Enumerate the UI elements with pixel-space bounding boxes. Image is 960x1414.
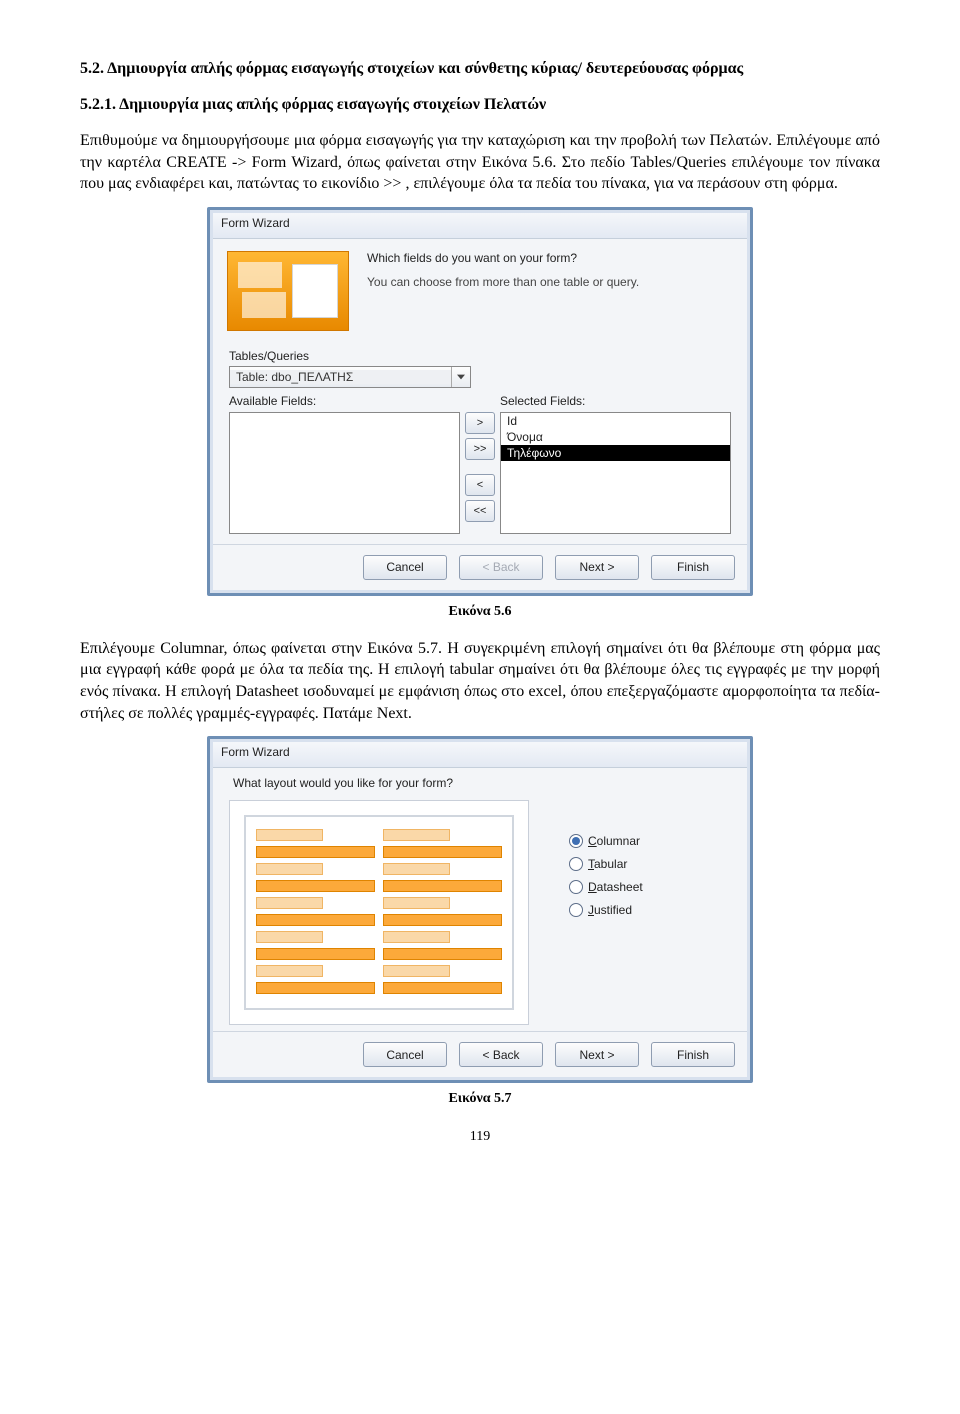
paragraph-1: Επιθυμούμε να δημιουργήσουμε μια φόρμα ε… — [80, 130, 880, 195]
layout-options: Columnar Tabular Datasheet Justifie — [529, 800, 643, 917]
radio-icon — [569, 834, 583, 848]
dialog-button-row: Cancel < Back Next > Finish — [213, 544, 747, 590]
available-fields-label: Available Fields: — [229, 394, 460, 408]
back-button: < Back — [459, 555, 543, 580]
form-wizard-dialog-fields: Form Wizard Which fields do you want on … — [207, 207, 753, 596]
selected-fields-list[interactable]: Id Όνομα Τηλέφωνο — [500, 412, 731, 534]
radio-icon — [569, 880, 583, 894]
chevron-down-icon[interactable] — [451, 367, 470, 387]
list-item[interactable]: Όνομα — [501, 429, 730, 445]
wizard-subtext: You can choose from more than one table … — [367, 275, 639, 289]
radio-label: Datasheet — [588, 880, 643, 894]
cancel-button[interactable]: Cancel — [363, 555, 447, 580]
radio-label: Tabular — [588, 857, 627, 871]
available-fields-list[interactable] — [229, 412, 460, 534]
move-one-left-button[interactable]: < — [465, 474, 495, 496]
section-num: 5.2. — [80, 60, 104, 77]
figure-5-7: Form Wizard What layout would you like f… — [80, 736, 880, 1083]
figure-5-6: Form Wizard Which fields do you want on … — [80, 207, 880, 596]
paragraph-2: Επιλέγουμε Columnar, όπως φαίνεται στην … — [80, 638, 880, 724]
wizard-question: Which fields do you want on your form? — [367, 251, 639, 265]
tables-queries-value: Table: dbo_ΠΕΛΑΤΗΣ — [230, 370, 451, 384]
radio-label: Columnar — [588, 834, 640, 848]
figure-5-6-caption: Εικόνα 5.6 — [80, 604, 880, 620]
subsection-num: 5.2.1. — [80, 96, 116, 113]
subsection-title: Δημιουργία μιας απλής φόρμας εισαγωγής σ… — [119, 96, 546, 113]
radio-icon — [569, 903, 583, 917]
section-title: Δημιουργία απλής φόρμας εισαγωγής στοιχε… — [107, 60, 743, 77]
dialog-title: Form Wizard — [213, 213, 747, 239]
layout-option-columnar[interactable]: Columnar — [569, 834, 643, 848]
next-button[interactable]: Next > — [555, 555, 639, 580]
move-one-right-button[interactable]: > — [465, 412, 495, 434]
radio-label: Justified — [588, 903, 632, 917]
section-heading: 5.2. Δημιουργία απλής φόρμας εισαγωγής σ… — [80, 60, 880, 78]
figure-5-7-caption: Εικόνα 5.7 — [80, 1091, 880, 1107]
finish-button[interactable]: Finish — [651, 1042, 735, 1067]
subsection-heading: 5.2.1. Δημιουργία μιας απλής φόρμας εισα… — [80, 96, 880, 114]
form-wizard-dialog-layout: Form Wizard What layout would you like f… — [207, 736, 753, 1083]
next-button[interactable]: Next > — [555, 1042, 639, 1067]
layout-option-datasheet[interactable]: Datasheet — [569, 880, 643, 894]
back-button[interactable]: < Back — [459, 1042, 543, 1067]
dialog-title: Form Wizard — [213, 742, 747, 768]
layout-preview — [229, 800, 529, 1025]
list-item[interactable]: Id — [501, 413, 730, 429]
dialog-button-row: Cancel < Back Next > Finish — [213, 1031, 747, 1077]
page-number: 119 — [80, 1129, 880, 1145]
wizard-graphic — [227, 251, 349, 331]
tables-queries-combo[interactable]: Table: dbo_ΠΕΛΑΤΗΣ — [229, 366, 471, 388]
selected-fields-label: Selected Fields: — [500, 394, 731, 408]
layout-option-justified[interactable]: Justified — [569, 903, 643, 917]
tables-queries-label: Tables/Queries — [229, 349, 731, 363]
list-item[interactable]: Τηλέφωνο — [501, 445, 730, 461]
move-all-left-button[interactable]: << — [465, 500, 495, 522]
wizard-question-block: Which fields do you want on your form? Y… — [367, 251, 639, 289]
move-all-right-button[interactable]: >> — [465, 438, 495, 460]
radio-icon — [569, 857, 583, 871]
move-buttons-column: > >> < << — [460, 412, 500, 534]
layout-option-tabular[interactable]: Tabular — [569, 857, 643, 871]
finish-button[interactable]: Finish — [651, 555, 735, 580]
wizard-question: What layout would you like for your form… — [233, 776, 731, 790]
cancel-button[interactable]: Cancel — [363, 1042, 447, 1067]
